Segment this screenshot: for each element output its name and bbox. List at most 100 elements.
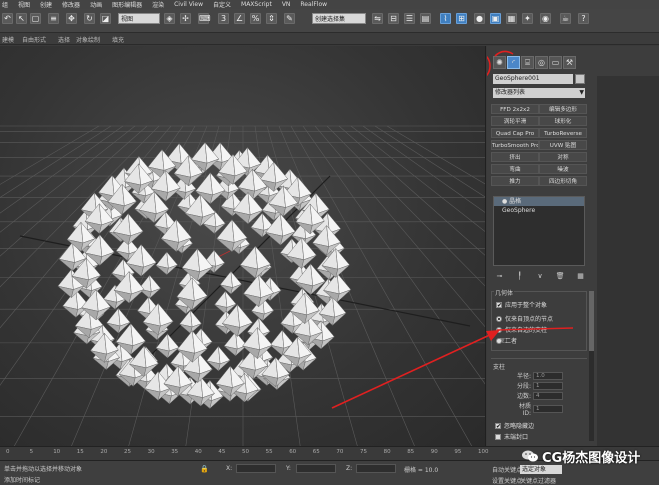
scale-icon[interactable]: ◪ <box>100 13 111 24</box>
z-coord-field[interactable] <box>356 464 396 473</box>
ribbon-tab[interactable]: 建模 <box>2 35 14 44</box>
curve-editor-icon[interactable]: ⌇ <box>440 13 451 24</box>
move-icon[interactable]: ✥ <box>66 13 77 24</box>
pin-stack-icon[interactable]: ⊸ <box>495 272 504 281</box>
utilities-icon[interactable]: ⚒ <box>563 56 576 69</box>
keyboard-shortcut-icon[interactable]: ⌨ <box>198 13 211 24</box>
stack-item[interactable]: ● 晶格 <box>494 197 584 206</box>
end-caps-checkbox[interactable]: 末端封口 <box>495 432 528 441</box>
undo-icon[interactable]: ↶ <box>2 13 13 24</box>
geometry-rollout-title[interactable]: 几何体 <box>494 288 515 297</box>
menu-item[interactable]: 自定义 <box>213 0 231 9</box>
menu-item[interactable]: Civil View <box>174 1 203 8</box>
align-icon[interactable]: ⊟ <box>388 13 399 24</box>
perspective-viewport[interactable] <box>0 46 486 446</box>
modifier-button[interactable]: 对称 <box>539 152 587 162</box>
ribbon-tab[interactable]: 选择 <box>58 35 70 44</box>
ignore-hidden-edges-checkbox[interactable]: ✔ 忽略隐藏边 <box>495 421 534 430</box>
modifier-button[interactable]: 编辑多边形 <box>539 104 587 114</box>
create-icon[interactable]: ✺ <box>493 56 506 69</box>
material-id-value[interactable]: 1 <box>533 405 563 413</box>
render-icon[interactable]: ✦ <box>522 13 533 24</box>
remove-modifier-icon[interactable]: 🗑 <box>556 272 565 281</box>
angle-snap-icon[interactable]: ∠ <box>234 13 245 24</box>
y-coord-field[interactable] <box>296 464 336 473</box>
modifier-button[interactable]: UVW 贴图 <box>539 140 587 150</box>
menu-item[interactable]: 图形编辑器 <box>112 0 142 9</box>
select-icon[interactable]: ↖ <box>16 13 27 24</box>
sides-value[interactable]: 4 <box>533 391 563 400</box>
ribbon-tab[interactable]: 填充 <box>112 35 124 44</box>
both-radio[interactable]: 二者 <box>496 336 517 345</box>
modifier-button[interactable]: FFD 2x2x2 <box>491 104 539 114</box>
hierarchy-icon[interactable]: ⌸ <box>521 56 534 69</box>
reference-coordinate-dropdown[interactable]: 视图 <box>118 13 160 24</box>
menu-item[interactable]: MAXScript <box>241 1 272 8</box>
modifier-button[interactable]: 挤出 <box>491 152 539 162</box>
configure-sets-icon[interactable]: ▦ <box>576 272 585 281</box>
modifier-button[interactable]: 弯曲 <box>491 164 539 174</box>
segments-value[interactable]: 1 <box>533 381 563 390</box>
schematic-view-icon[interactable]: ⊞ <box>456 13 467 24</box>
ribbon-tab[interactable]: 对象绘制 <box>76 35 100 44</box>
radius-spinner[interactable]: 半径: 1.0 <box>509 371 563 380</box>
mirror-icon[interactable]: ⇋ <box>372 13 383 24</box>
select-by-name-icon[interactable]: ≡ <box>48 13 59 24</box>
apply-whole-object-checkbox[interactable]: ✔ 应用于整个对象 <box>496 300 547 309</box>
joints-only-radio[interactable]: 仅来自顶点的节点 <box>496 314 553 323</box>
layer-manager-icon[interactable]: ☰ <box>404 13 415 24</box>
edit-named-selection-icon[interactable]: ✎ <box>284 13 295 24</box>
struts-only-radio[interactable]: 仅来自边的支柱 <box>496 325 547 334</box>
show-end-result-icon[interactable]: ╿ <box>515 272 524 281</box>
object-color-swatch[interactable] <box>575 74 585 84</box>
help-icon[interactable]: ? <box>578 13 589 24</box>
menu-item[interactable]: RealFlow <box>300 1 327 8</box>
menu-item[interactable]: VN <box>282 1 291 8</box>
material-id-spinner[interactable]: 材质 ID: 1 <box>509 401 563 417</box>
motion-icon[interactable]: ◎ <box>535 56 548 69</box>
sides-spinner[interactable]: 边数: 4 <box>509 391 563 400</box>
modifier-button[interactable]: TurboReverse <box>539 128 587 138</box>
menu-item[interactable]: 修改器 <box>62 0 80 9</box>
render-production-icon[interactable]: ◉ <box>540 13 551 24</box>
menu-item[interactable]: 创建 <box>40 0 52 9</box>
pivot-icon[interactable]: ◈ <box>164 13 175 24</box>
percent-snap-icon[interactable]: % <box>250 13 261 24</box>
select-manipulate-icon[interactable]: ✢ <box>180 13 191 24</box>
teapot-render-icon[interactable]: ☕ <box>560 13 571 24</box>
menu-item[interactable]: 组 <box>2 0 8 9</box>
modifier-list-dropdown[interactable]: 修改器列表 ▼ <box>493 88 585 98</box>
modifier-button[interactable]: 噪波 <box>539 164 587 174</box>
ribbon-tab[interactable]: 自由形式 <box>22 35 46 44</box>
modifier-button[interactable]: 推力 <box>491 176 539 186</box>
object-name-field[interactable]: GeoSphere001 <box>493 74 573 84</box>
radius-value[interactable]: 1.0 <box>533 371 563 380</box>
display-icon[interactable]: ▭ <box>549 56 562 69</box>
modifier-button[interactable]: 球形化 <box>539 116 587 126</box>
scrollbar-thumb[interactable] <box>589 291 594 351</box>
key-mode-dropdown[interactable]: 选定对象 <box>520 465 562 474</box>
stack-item[interactable]: GeoSphere <box>494 206 584 215</box>
modifier-button[interactable]: 四边形切角 <box>539 176 587 186</box>
auto-key-button[interactable]: 自动关键点 <box>492 465 522 474</box>
select-region-icon[interactable]: ▢ <box>30 13 41 24</box>
graphite-toolbar-icon[interactable]: ▤ <box>420 13 431 24</box>
spinner-snap-icon[interactable]: ⇕ <box>266 13 277 24</box>
key-filters-button[interactable]: 关键点过滤器 <box>520 476 556 485</box>
modify-icon[interactable]: ◜ <box>507 56 520 69</box>
set-key-button[interactable]: 设置关键点 <box>492 476 522 485</box>
light-bulb-icon[interactable]: ● <box>502 198 507 205</box>
command-panel-scrollbar[interactable] <box>589 291 594 441</box>
make-unique-icon[interactable]: ∨ <box>536 272 545 281</box>
modifier-button[interactable]: 涡轮平滑 <box>491 116 539 126</box>
x-coord-field[interactable] <box>236 464 276 473</box>
material-editor-icon[interactable]: ● <box>474 13 485 24</box>
menu-item[interactable]: 视图 <box>18 0 30 9</box>
add-time-tag-label[interactable]: 添加时间标记 <box>4 475 40 484</box>
modifier-button[interactable]: TurboSmooth Pro <box>491 140 539 150</box>
rendered-frame-icon[interactable]: ▦ <box>506 13 517 24</box>
snap-3d-icon[interactable]: 3 <box>218 13 229 24</box>
struts-rollout-title[interactable]: 支柱 <box>493 362 505 371</box>
modifier-button[interactable]: Quad Cap Pro <box>491 128 539 138</box>
menu-item[interactable]: 渲染 <box>152 0 164 9</box>
